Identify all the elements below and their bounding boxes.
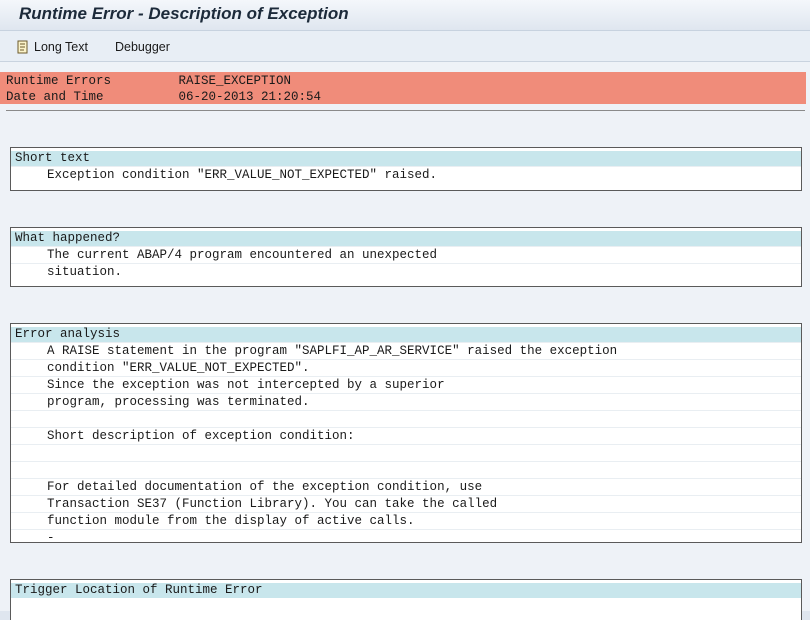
application-toolbar: Long Text Debugger (0, 31, 810, 62)
section-line: - (11, 529, 801, 546)
section-line: For detailed documentation of the except… (11, 478, 801, 495)
trigger-location-section: Trigger Location of Runtime Error (10, 579, 802, 620)
section-title: Trigger Location of Runtime Error (11, 583, 801, 598)
section-line: situation. (11, 263, 801, 280)
section-title: Short text (11, 151, 801, 166)
section-line (11, 444, 801, 461)
runtime-errors-line: Runtime Errors RAISE_EXCEPTION (6, 74, 292, 88)
debugger-button[interactable]: Debugger (115, 38, 170, 56)
short-text-section: Short text Exception condition "ERR_VALU… (10, 147, 802, 191)
window-title: Runtime Error - Description of Exception (19, 4, 349, 23)
debugger-label: Debugger (115, 40, 170, 54)
long-text-label: Long Text (34, 40, 88, 54)
section-line: Since the exception was not intercepted … (11, 376, 801, 393)
runtime-error-header: Runtime Errors RAISE_EXCEPTION Date and … (0, 72, 806, 104)
section-line (11, 410, 801, 427)
section-line: program, processing was terminated. (11, 393, 801, 410)
section-line: function module from the display of acti… (11, 512, 801, 529)
section-line: condition "ERR_VALUE_NOT_EXPECTED". (11, 359, 801, 376)
date-time-line: Date and Time 06-20-2013 21:20:54 (6, 90, 322, 104)
section-line: The current ABAP/4 program encountered a… (11, 246, 801, 263)
section-line: Exception condition "ERR_VALUE_NOT_EXPEC… (11, 166, 801, 183)
error-analysis-section: Error analysis A RAISE statement in the … (10, 323, 802, 546)
title-bar: Runtime Error - Description of Exception (0, 0, 810, 31)
section-line (11, 461, 801, 478)
section-line: Short description of exception condition… (11, 427, 801, 444)
document-scroll-icon (16, 40, 30, 54)
section-title: What happened? (11, 231, 801, 246)
section-title: Error analysis (11, 327, 801, 342)
section-line: A RAISE statement in the program "SAPLFI… (11, 342, 801, 359)
what-happened-section: What happened? The current ABAP/4 progra… (10, 227, 802, 287)
long-text-button[interactable]: Long Text (16, 38, 88, 56)
header-divider (6, 110, 805, 111)
section-line: Transaction SE37 (Function Library). You… (11, 495, 801, 512)
